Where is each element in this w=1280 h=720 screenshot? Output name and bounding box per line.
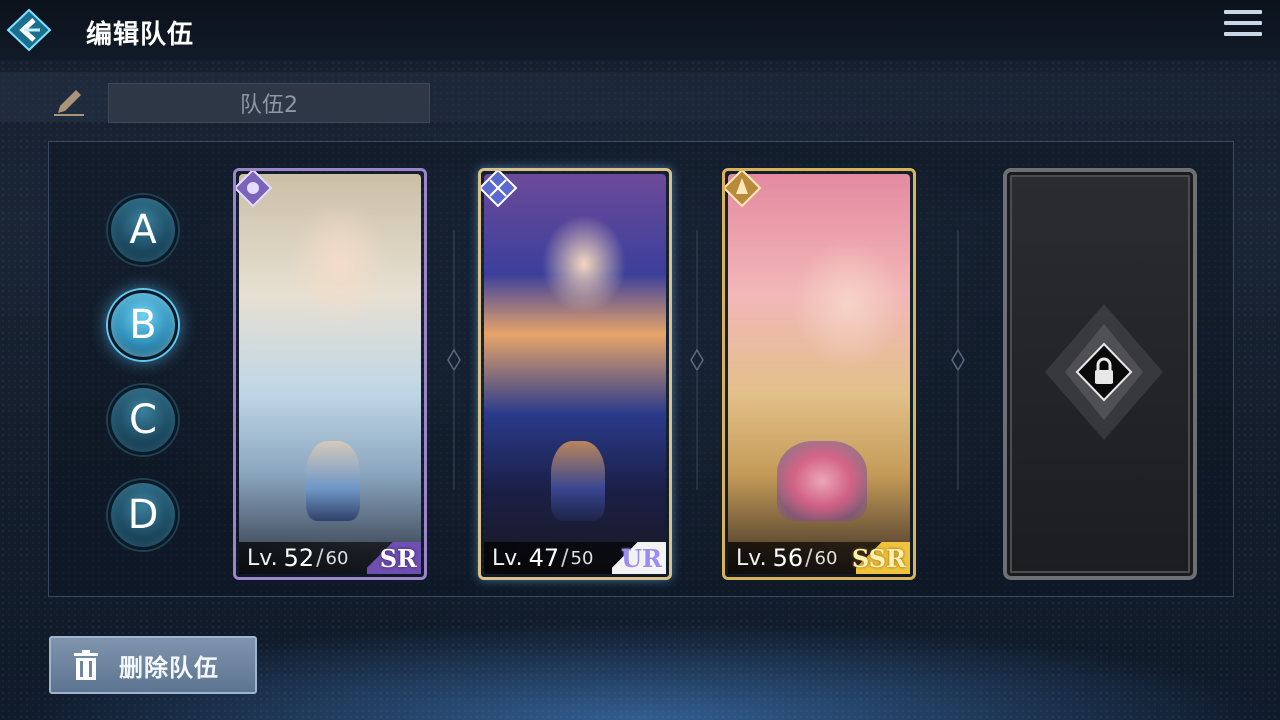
class-emblem-icon [236, 171, 273, 208]
back-arrow-icon [6, 8, 52, 52]
class-emblem-icon [481, 171, 518, 208]
locked-unit-slot[interactable] [1003, 168, 1197, 580]
lock-icon [1045, 304, 1163, 440]
hamburger-menu-icon [1224, 10, 1262, 36]
slot-button-d[interactable]: D [108, 480, 178, 550]
back-button[interactable] [6, 8, 52, 52]
rarity-badge: SR [367, 542, 421, 574]
level-value: 47 [528, 544, 560, 572]
trash-icon [74, 650, 98, 680]
card-divider [447, 230, 461, 490]
rarity-badge: UR [612, 542, 666, 574]
unit-sprite [551, 441, 605, 521]
slot-button-a[interactable]: A [108, 195, 178, 265]
menu-button[interactable] [1224, 10, 1262, 44]
level-separator: / [316, 545, 324, 571]
level-prefix: Lv. [736, 545, 767, 571]
team-name-field[interactable]: 队伍2 [108, 83, 430, 123]
level-max: 60 [814, 547, 838, 569]
unit-card-2[interactable]: Lv. 47 / 50 UR [478, 168, 672, 580]
level-max: 60 [325, 547, 349, 569]
top-bar: 编辑队伍 [0, 0, 1280, 60]
unit-card-1[interactable]: Lv. 52 / 60 SR [233, 168, 427, 580]
level-prefix: Lv. [492, 545, 523, 571]
level-value: 56 [772, 544, 804, 572]
edit-team-name-button[interactable] [52, 84, 86, 116]
slot-button-b[interactable]: B [108, 290, 178, 360]
slot-button-c[interactable]: C [108, 385, 178, 455]
level-value: 52 [283, 544, 315, 572]
rarity-badge: SSR [852, 542, 910, 574]
unit-card-3[interactable]: Lv. 56 / 60 SSR [722, 168, 916, 580]
card-divider [951, 230, 965, 490]
unit-sprite [306, 441, 360, 521]
level-separator: / [561, 545, 569, 571]
card-divider [690, 230, 704, 490]
delete-team-label: 删除队伍 [119, 653, 219, 682]
level-max: 50 [570, 547, 594, 569]
page-title: 编辑队伍 [86, 20, 195, 50]
pencil-icon [54, 90, 84, 116]
delete-team-button[interactable]: 删除队伍 [49, 636, 257, 694]
class-emblem-icon [725, 171, 762, 208]
level-separator: / [805, 545, 813, 571]
level-prefix: Lv. [247, 545, 278, 571]
unit-sprite [777, 441, 867, 521]
